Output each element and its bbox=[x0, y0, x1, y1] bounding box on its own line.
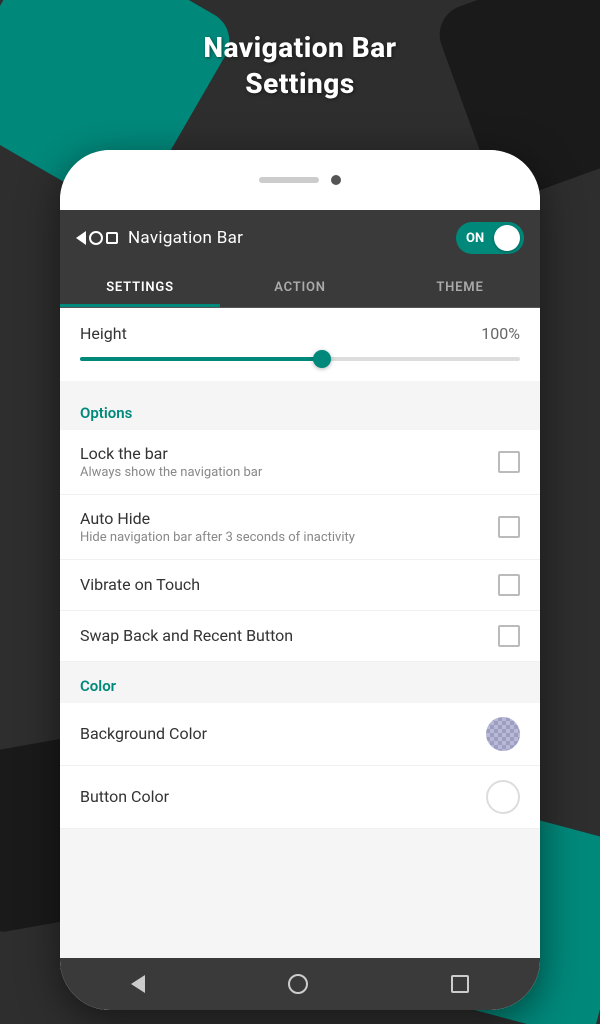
toggle-knob bbox=[494, 225, 520, 251]
list-item-text-btn-color: Button Color bbox=[80, 787, 486, 808]
nav-bar-icon bbox=[76, 231, 118, 245]
auto-hide-title: Auto Hide bbox=[80, 509, 498, 528]
bottom-nav-back-button[interactable] bbox=[131, 975, 145, 993]
btn-color-picker[interactable] bbox=[486, 780, 520, 814]
color-section-header: Color bbox=[60, 662, 540, 703]
home-icon bbox=[89, 231, 103, 245]
lock-bar-checkbox[interactable] bbox=[498, 451, 520, 473]
btn-color-title: Button Color bbox=[80, 787, 486, 806]
recent-icon bbox=[106, 232, 118, 244]
bottom-nav-home-button[interactable] bbox=[288, 974, 308, 994]
list-item-text-swap: Swap Back and Recent Button bbox=[80, 626, 498, 647]
height-row: Height 100% bbox=[80, 324, 520, 343]
topbar-left: Navigation Bar bbox=[76, 228, 243, 248]
tab-settings[interactable]: SETTINGS bbox=[60, 266, 220, 307]
lock-bar-subtitle: Always show the navigation bar bbox=[80, 465, 498, 480]
options-section-header: Options bbox=[60, 389, 540, 430]
list-item-bg-color[interactable]: Background Color bbox=[60, 703, 540, 766]
bottom-nav-recent-button[interactable] bbox=[451, 975, 469, 993]
phone-speaker bbox=[259, 177, 319, 183]
lock-bar-title: Lock the bar bbox=[80, 444, 498, 463]
list-item-lock-bar[interactable]: Lock the bar Always show the navigation … bbox=[60, 430, 540, 495]
height-section: Height 100% bbox=[60, 308, 540, 381]
list-item-btn-color[interactable]: Button Color bbox=[60, 766, 540, 829]
bottom-nav bbox=[60, 958, 540, 1010]
page-title: Navigation Bar Settings bbox=[0, 30, 600, 103]
slider-thumb bbox=[313, 350, 331, 368]
phone-camera bbox=[331, 175, 341, 185]
swap-checkbox[interactable] bbox=[498, 625, 520, 647]
options-label: Options bbox=[80, 404, 132, 422]
tab-theme[interactable]: THEME bbox=[380, 266, 540, 307]
app-tabs: SETTINGS ACTION THEME bbox=[60, 266, 540, 308]
list-item-text-bg-color: Background Color bbox=[80, 724, 486, 745]
vibrate-title: Vibrate on Touch bbox=[80, 575, 498, 594]
auto-hide-subtitle: Hide navigation bar after 3 seconds of i… bbox=[80, 530, 498, 545]
tab-action[interactable]: ACTION bbox=[220, 266, 380, 307]
phone-top-bar bbox=[60, 150, 540, 210]
height-value: 100% bbox=[481, 324, 520, 343]
list-item-auto-hide[interactable]: Auto Hide Hide navigation bar after 3 se… bbox=[60, 495, 540, 560]
bg-color-title: Background Color bbox=[80, 724, 486, 743]
vibrate-checkbox[interactable] bbox=[498, 574, 520, 596]
height-label: Height bbox=[80, 324, 127, 343]
page-title-area: Navigation Bar Settings bbox=[0, 30, 600, 103]
app-screen: Navigation Bar ON SETTINGS ACTION THEME bbox=[60, 210, 540, 1010]
swap-title: Swap Back and Recent Button bbox=[80, 626, 498, 645]
power-toggle[interactable]: ON bbox=[456, 222, 524, 254]
list-item-text-lock: Lock the bar Always show the navigation … bbox=[80, 444, 498, 480]
list-item-vibrate[interactable]: Vibrate on Touch bbox=[60, 560, 540, 611]
list-item-swap[interactable]: Swap Back and Recent Button bbox=[60, 611, 540, 662]
list-item-text-vibrate: Vibrate on Touch bbox=[80, 575, 498, 596]
auto-hide-checkbox[interactable] bbox=[498, 516, 520, 538]
list-item-text-auto-hide: Auto Hide Hide navigation bar after 3 se… bbox=[80, 509, 498, 545]
color-label: Color bbox=[80, 677, 116, 695]
phone-frame: Navigation Bar ON SETTINGS ACTION THEME bbox=[60, 150, 540, 1010]
app-title: Navigation Bar bbox=[128, 228, 243, 248]
app-topbar: Navigation Bar ON bbox=[60, 210, 540, 266]
height-slider[interactable] bbox=[80, 357, 520, 361]
back-icon bbox=[76, 231, 86, 245]
toggle-label: ON bbox=[460, 231, 484, 246]
slider-fill bbox=[80, 357, 322, 361]
settings-content: Height 100% Options Lock the bar Always … bbox=[60, 308, 540, 958]
bg-color-picker[interactable] bbox=[486, 717, 520, 751]
